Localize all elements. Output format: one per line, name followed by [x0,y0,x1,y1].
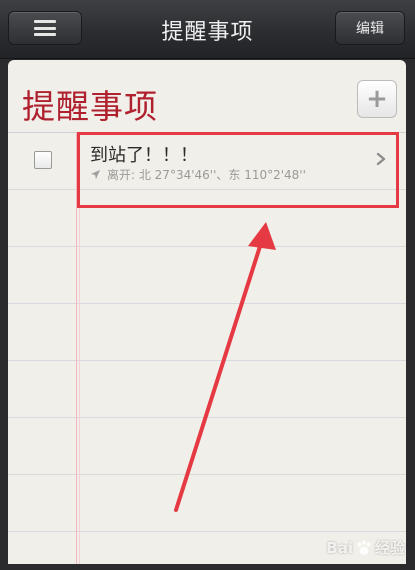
paw-icon [357,540,371,555]
watermark-right-text: 经验 [374,539,405,557]
annotation-arrow [174,222,276,512]
watermark-left-text: Bai [326,538,353,557]
watermark: Bai 经验 [326,537,405,558]
